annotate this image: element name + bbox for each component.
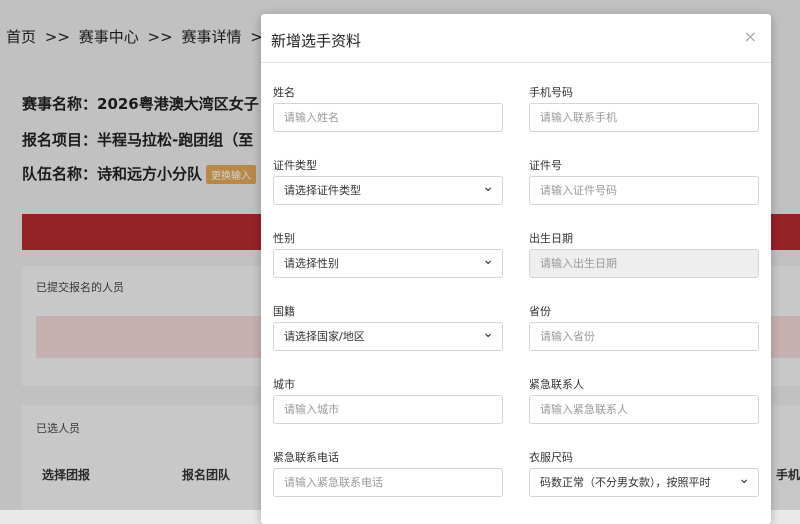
chevron-down-icon: ⌄ bbox=[738, 471, 750, 487]
emergency-contact-label: 紧急联系人 bbox=[529, 378, 584, 391]
birth-date-placeholder: 请输入出生日期 bbox=[540, 257, 617, 270]
nationality-selected-value: 请选择国家/地区 bbox=[284, 330, 365, 343]
gender-label: 性别 bbox=[273, 232, 295, 245]
phone-field: 手机号码请输入联系手机 bbox=[529, 84, 759, 132]
name-placeholder: 请输入姓名 bbox=[284, 111, 339, 124]
id-type-label: 证件类型 bbox=[273, 159, 317, 172]
birth-date-label: 出生日期 bbox=[529, 232, 573, 245]
birth-date-input: 请输入出生日期 bbox=[529, 249, 759, 278]
phone-label: 手机号码 bbox=[529, 86, 573, 99]
birth-date-field: 出生日期请输入出生日期 bbox=[529, 230, 759, 278]
emergency-contact-input[interactable]: 请输入紧急联系人 bbox=[529, 395, 759, 424]
emergency-contact-placeholder: 请输入紧急联系人 bbox=[540, 403, 628, 416]
close-icon[interactable]: × bbox=[744, 27, 757, 46]
id-number-placeholder: 请输入证件号码 bbox=[540, 184, 617, 197]
name-input[interactable]: 请输入姓名 bbox=[273, 103, 503, 132]
gender-field: 性别请选择性别 ⌄ bbox=[273, 230, 503, 278]
id-type-selected-value: 请选择证件类型 bbox=[284, 184, 361, 197]
name-label: 姓名 bbox=[273, 86, 295, 99]
province-input[interactable]: 请输入省份 bbox=[529, 322, 759, 351]
chevron-down-icon: ⌄ bbox=[482, 325, 494, 341]
name-field: 姓名请输入姓名 bbox=[273, 84, 503, 132]
city-input[interactable]: 请输入城市 bbox=[273, 395, 503, 424]
clothing-size-select[interactable]: 码数正常（不分男女款），按照平时 ⌄ bbox=[529, 468, 759, 497]
modal-title: 新增选手资料 bbox=[271, 32, 362, 50]
city-placeholder: 请输入城市 bbox=[284, 403, 339, 416]
phone-placeholder: 请输入联系手机 bbox=[540, 111, 617, 124]
id-number-field: 证件号请输入证件号码 bbox=[529, 157, 759, 205]
id-type-select[interactable]: 请选择证件类型 ⌄ bbox=[273, 176, 503, 205]
emergency-phone-field: 紧急联系电话请输入紧急联系电话 bbox=[273, 449, 503, 497]
id-number-input[interactable]: 请输入证件号码 bbox=[529, 176, 759, 205]
province-label: 省份 bbox=[529, 305, 551, 318]
clothing-size-field: 衣服尺码码数正常（不分男女款），按照平时 ⌄ bbox=[529, 449, 759, 497]
emergency-phone-label: 紧急联系电话 bbox=[273, 451, 339, 464]
nationality-label: 国籍 bbox=[273, 305, 295, 318]
chevron-down-icon: ⌄ bbox=[482, 179, 494, 195]
modal-header: 新增选手资料 × bbox=[261, 14, 771, 63]
city-field: 城市请输入城市 bbox=[273, 376, 503, 424]
emergency-phone-input[interactable]: 请输入紧急联系电话 bbox=[273, 468, 503, 497]
nationality-select[interactable]: 请选择国家/地区 ⌄ bbox=[273, 322, 503, 351]
gender-selected-value: 请选择性别 bbox=[284, 257, 339, 270]
nationality-field: 国籍请选择国家/地区 ⌄ bbox=[273, 303, 503, 351]
id-number-label: 证件号 bbox=[529, 159, 562, 172]
province-placeholder: 请输入省份 bbox=[540, 330, 595, 343]
gender-select[interactable]: 请选择性别 ⌄ bbox=[273, 249, 503, 278]
province-field: 省份请输入省份 bbox=[529, 303, 759, 351]
clothing-size-label: 衣服尺码 bbox=[529, 451, 573, 464]
emergency-phone-placeholder: 请输入紧急联系电话 bbox=[284, 476, 383, 489]
chevron-down-icon: ⌄ bbox=[482, 252, 494, 268]
add-player-modal: 新增选手资料 × 姓名 请输入姓名 手机号码 请输入联系手机 证件类型 请选择证件类型 ⌄ 证… bbox=[261, 14, 771, 524]
city-label: 城市 bbox=[273, 378, 295, 391]
clothing-size-selected-value: 码数正常（不分男女款），按照平时 bbox=[540, 476, 711, 489]
phone-input[interactable]: 请输入联系手机 bbox=[529, 103, 759, 132]
emergency-contact-field: 紧急联系人请输入紧急联系人 bbox=[529, 376, 759, 424]
id-type-field: 证件类型请选择证件类型 ⌄ bbox=[273, 157, 503, 205]
